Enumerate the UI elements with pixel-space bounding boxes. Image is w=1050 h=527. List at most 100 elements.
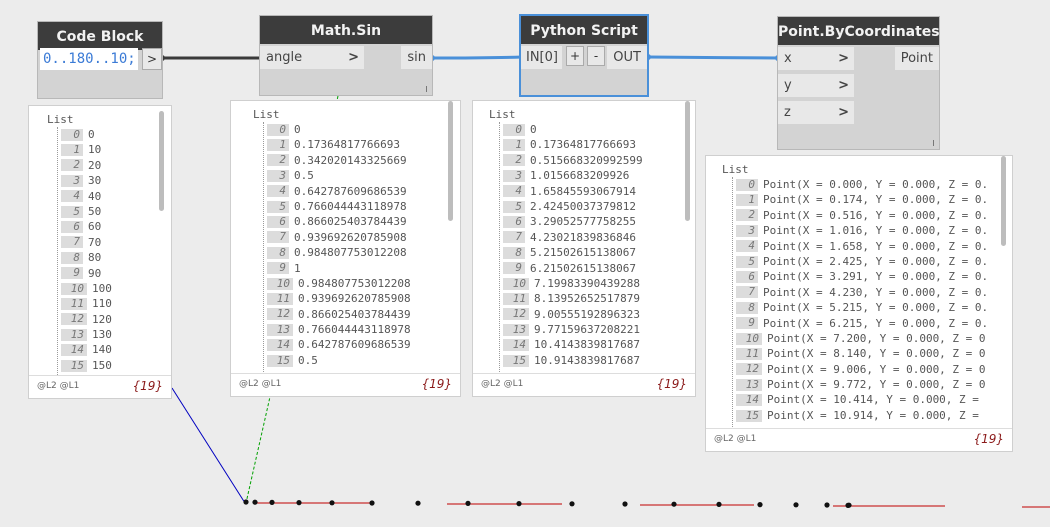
list-value: Point(X = 7.200, Y = 0.000, Z = 0 — [767, 331, 986, 345]
list-index: 3 — [61, 174, 83, 187]
list-index: 8 — [503, 246, 525, 259]
wire-math-sin-to-python — [431, 55, 523, 60]
list-value: 4.23021839836846 — [530, 230, 636, 244]
list-item: 0 Point(X = 0.000, Y = 0.000, Z = 0. — [736, 177, 988, 192]
point-marker — [243, 499, 249, 505]
list-value: 120 — [92, 312, 112, 326]
list-item: 12 0.866025403784439 — [267, 307, 411, 322]
scrollbar[interactable] — [159, 111, 164, 211]
list-index: 4 — [61, 190, 83, 203]
list-index: 6 — [736, 271, 758, 284]
python-script-node[interactable]: Python Script IN[0] + - OUT — [521, 16, 647, 95]
list-item: 14 140 — [61, 342, 112, 357]
list-index: 11 — [267, 292, 293, 305]
list-index: 15 — [267, 354, 293, 367]
code-input[interactable]: 0..180..10; — [40, 48, 138, 70]
list-value: 9.00555192896323 — [534, 307, 640, 321]
preview-list[interactable]: List 0 0 1 0.17364817766693 2 0.34202014332566… — [231, 101, 460, 374]
node-title[interactable]: Python Script — [521, 16, 647, 44]
list-index: 8 — [736, 301, 758, 314]
scrollbar[interactable] — [685, 101, 690, 221]
list-item: 2 0.342020143325669 — [267, 153, 411, 168]
output-port-out[interactable]: OUT — [607, 46, 647, 69]
scrollbar[interactable] — [448, 101, 453, 221]
point-by-coordinates-preview[interactable]: List 0 Point(X = 0.000, Y = 0.000, Z = 0. 1… — [705, 155, 1013, 452]
preview-footer: @L2 @L1 {19} — [473, 373, 695, 396]
chevron-right-icon: > — [348, 50, 359, 65]
output-port[interactable]: > — [142, 48, 162, 70]
list-item: 15 150 — [61, 358, 112, 373]
code-block-preview[interactable]: List 0 0 1 10 2 20 3 30 4 40 5 50 6 60 7 70 8 80 9 90 10 100 11… — [28, 105, 172, 399]
lacing-icon[interactable] — [426, 86, 427, 92]
node-title[interactable]: Math.Sin — [260, 16, 432, 44]
remove-input-button[interactable]: - — [587, 46, 605, 66]
list-index: 12 — [503, 308, 529, 321]
input-port-y[interactable]: y > — [778, 74, 854, 97]
list-value: 0.515668320992599 — [530, 153, 643, 167]
list-levels[interactable]: @L2 @L1 — [37, 381, 79, 391]
node-title[interactable]: Code Block — [38, 22, 162, 50]
math-sin-node[interactable]: Math.Sin angle > sin — [260, 16, 432, 95]
node-title[interactable]: Point.ByCoordinates — [778, 17, 940, 45]
add-input-button[interactable]: + — [566, 46, 584, 66]
list-value: 110 — [92, 297, 112, 311]
list-item: 8 0.984807753012208 — [267, 245, 411, 260]
list-index: 12 — [267, 308, 293, 321]
list-levels[interactable]: @L2 @L1 — [714, 434, 756, 444]
point-by-coordinates-node[interactable]: Point.ByCoordinates x > y > z > Point — [778, 17, 940, 149]
list-index: 15 — [736, 409, 762, 422]
list-index: 3 — [736, 224, 758, 237]
lacing-icon[interactable] — [933, 140, 934, 146]
input-port-in0[interactable]: IN[0] — [521, 46, 562, 69]
list-item: 7 4.23021839836846 — [503, 230, 643, 245]
preview-list[interactable]: List 0 0 1 10 2 20 3 30 4 40 5 50 6 60 7 70 8 80 9 90 10 100 11… — [29, 106, 171, 376]
list-value: 60 — [88, 220, 102, 234]
list-levels[interactable]: @L2 @L1 — [239, 379, 281, 389]
point-marker — [415, 500, 421, 506]
list-item: 10 Point(X = 7.200, Y = 0.000, Z = 0 — [736, 331, 988, 346]
output-port-sin[interactable]: sin — [401, 46, 432, 69]
list-index: 0 — [61, 128, 83, 141]
scrollbar[interactable] — [1001, 156, 1006, 246]
input-port-z[interactable]: z > — [778, 101, 854, 124]
list-item: 15 10.9143839817687 — [503, 353, 643, 368]
list-item: 1 10 — [61, 142, 112, 157]
python-script-preview[interactable]: List 0 0 1 0.17364817766693 2 0.51566832099259… — [472, 100, 696, 397]
list-levels[interactable]: @L2 @L1 — [481, 379, 523, 389]
list-item: 2 Point(X = 0.516, Y = 0.000, Z = 0. — [736, 208, 988, 223]
math-sin-preview[interactable]: List 0 0 1 0.17364817766693 2 0.34202014332566… — [230, 100, 461, 397]
list-index: 11 — [736, 347, 762, 360]
input-port-x[interactable]: x > — [778, 47, 854, 70]
code-block-node[interactable]: Code Block 0..180..10; > — [38, 22, 162, 98]
preview-list[interactable]: List 0 0 1 0.17364817766693 2 0.51566832099259… — [473, 101, 695, 374]
list-index: 4 — [736, 240, 758, 253]
list-value: 8.13952652517879 — [534, 292, 640, 306]
port-label: angle — [266, 50, 303, 65]
list-item: 5 0.766044443118978 — [267, 199, 411, 214]
input-port-angle[interactable]: angle > — [260, 46, 364, 69]
list-value: 80 — [88, 251, 102, 265]
list-value: Point(X = 5.215, Y = 0.000, Z = 0. — [763, 301, 989, 315]
list-item: 1 0.17364817766693 — [267, 137, 411, 152]
list-label: List — [253, 108, 280, 121]
list-value: 50 — [88, 204, 102, 218]
point-marker — [252, 499, 258, 505]
port-label: z — [784, 105, 791, 120]
list-index: 7 — [503, 231, 525, 244]
output-port-point[interactable]: Point — [894, 47, 939, 70]
list-index: 1 — [736, 194, 758, 207]
list-item: 6 Point(X = 3.291, Y = 0.000, Z = 0. — [736, 269, 988, 284]
list-value: 90 — [88, 266, 102, 280]
list-value: Point(X = 9.006, Y = 0.000, Z = 0 — [767, 362, 986, 376]
list-item: 11 0.939692620785908 — [267, 291, 411, 306]
preview-list[interactable]: List 0 Point(X = 0.000, Y = 0.000, Z = 0. 1… — [706, 156, 1012, 429]
list-index: 9 — [267, 262, 289, 275]
point-marker — [465, 500, 471, 506]
list-value: 150 — [92, 358, 112, 372]
list-value: Point(X = 9.772, Y = 0.000, Z = 0 — [767, 378, 986, 392]
list-value: Point(X = 3.291, Y = 0.000, Z = 0. — [763, 270, 989, 284]
list-value: 0.984807753012208 — [298, 276, 411, 290]
list-value: 0.766044443118978 — [298, 323, 411, 337]
list-index: 14 — [61, 344, 87, 357]
list-index: 14 — [736, 394, 762, 407]
